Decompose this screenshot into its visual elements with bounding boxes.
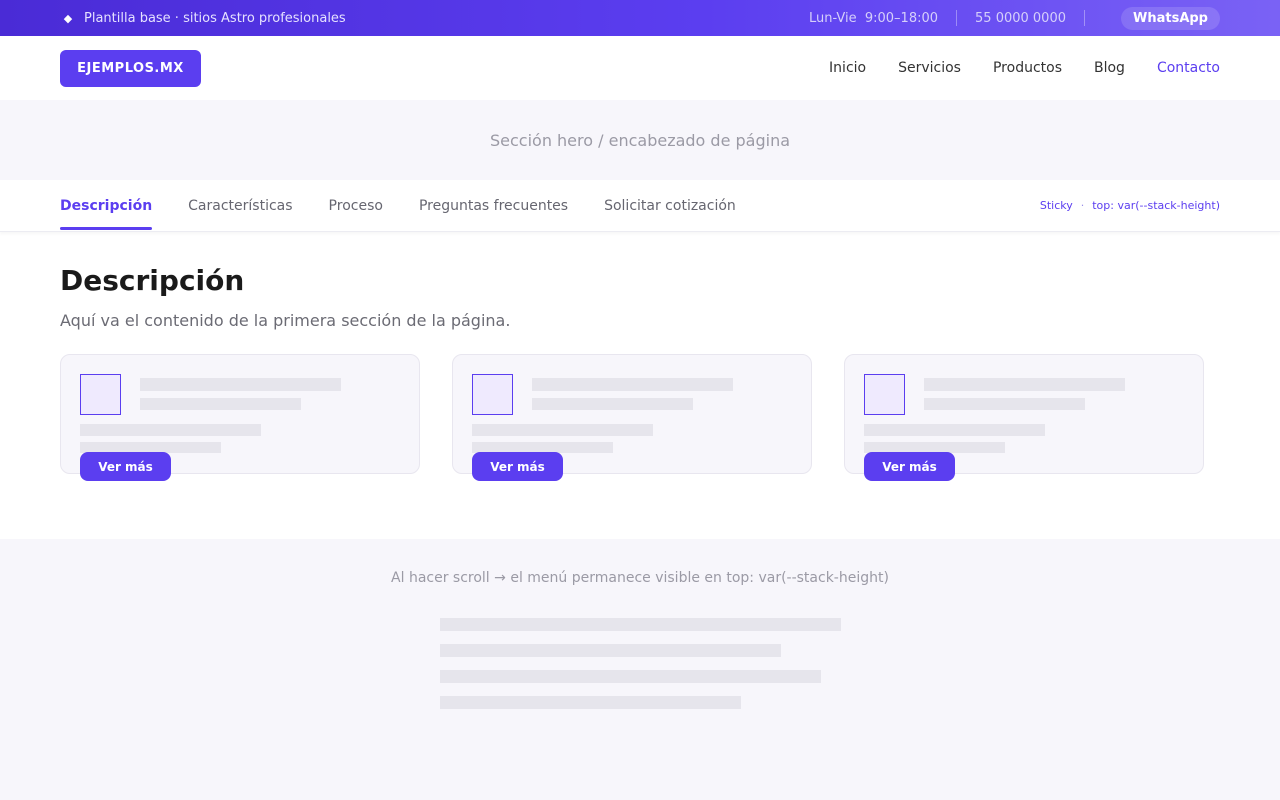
sticky-value: top: var(--stack-height) (1092, 199, 1220, 212)
sticky-label: Sticky (1039, 199, 1073, 212)
tab-list: Descripción Características Proceso Preg… (60, 180, 736, 231)
placeholder-line (140, 378, 341, 391)
placeholder-line (532, 378, 733, 391)
nav-productos[interactable]: Productos (993, 60, 1062, 76)
hero-section: Sección hero / encabezado de página (0, 100, 1280, 180)
nav-contacto[interactable]: Contacto (1157, 60, 1220, 76)
tab-preguntas-frecuentes[interactable]: Preguntas frecuentes (419, 180, 568, 231)
feature-card: Ver más (452, 354, 812, 481)
card-image-placeholder-icon (864, 374, 905, 415)
divider (1084, 10, 1085, 26)
scroll-note: Al hacer scroll → el menú permanece visi… (391, 570, 889, 586)
sticky-separator: · (1080, 199, 1085, 212)
placeholder-line (439, 644, 781, 657)
bottom-section: Al hacer scroll → el menú permanece visi… (0, 539, 1280, 800)
placeholder-line (924, 398, 1085, 410)
placeholder-line (472, 424, 653, 436)
logo[interactable]: EJEMPLOS.MX (60, 49, 201, 87)
ver-mas-button[interactable]: Ver más (80, 452, 171, 481)
placeholder-line (864, 424, 1045, 436)
whatsapp-button[interactable]: WhatsApp (1121, 6, 1220, 30)
top-bar-info: ◆ Plantilla base · sitios Astro profesio… (60, 11, 346, 26)
ver-mas-button[interactable]: Ver más (864, 452, 955, 481)
tab-caracteristicas[interactable]: Características (188, 180, 292, 231)
card-image-placeholder-icon (472, 374, 513, 415)
nav-inicio[interactable]: Inicio (829, 60, 866, 76)
section-descripcion: Descripción Aquí va el contenido de la p… (0, 232, 1280, 539)
nav-blog[interactable]: Blog (1094, 60, 1125, 76)
card-image-placeholder-icon (80, 374, 121, 415)
top-bar: ◆ Plantilla base · sitios Astro profesio… (0, 0, 1280, 36)
tab-solicitar-cotizacion[interactable]: Solicitar cotización (604, 180, 736, 231)
placeholder-line (439, 618, 841, 631)
sticky-note: Sticky · top: var(--stack-height) (1040, 180, 1220, 231)
diamond-icon: ◆ (63, 11, 73, 25)
placeholder-line (924, 378, 1125, 391)
sticky-tab-bar: Descripción Características Proceso Preg… (0, 180, 1280, 232)
phone-number[interactable]: 55 0000 0000 (975, 11, 1066, 26)
tab-proceso[interactable]: Proceso (329, 180, 383, 231)
business-hours: Lun-Vie 9:00–18:00 (808, 10, 939, 26)
ver-mas-button[interactable]: Ver más (472, 452, 563, 481)
main-nav: Inicio Servicios Productos Blog Contacto (829, 60, 1220, 76)
placeholder-line (439, 696, 741, 709)
card-grid: Ver más Ver más Ver más (60, 354, 1220, 481)
placeholder-line (80, 424, 261, 436)
nav-servicios[interactable]: Servicios (898, 60, 961, 76)
placeholder-line (532, 398, 693, 410)
placeholder-text-block (439, 618, 841, 709)
section-subtitle: Aquí va el contenido de la primera secci… (60, 311, 511, 330)
tab-descripcion[interactable]: Descripción (60, 180, 153, 231)
feature-card: Ver más (844, 354, 1204, 481)
divider (956, 10, 958, 26)
hero-placeholder-text: Sección hero / encabezado de página (489, 130, 791, 150)
placeholder-line (140, 398, 301, 410)
site-header: EJEMPLOS.MX Inicio Servicios Productos B… (0, 36, 1280, 100)
placeholder-line (439, 670, 821, 683)
section-title: Descripción (60, 264, 245, 297)
feature-card: Ver más (60, 354, 420, 481)
tagline: Plantilla base · sitios Astro profesiona… (84, 10, 346, 26)
top-bar-contact: Lun-Vie 9:00–18:00 55 0000 0000 WhatsApp (808, 6, 1220, 30)
